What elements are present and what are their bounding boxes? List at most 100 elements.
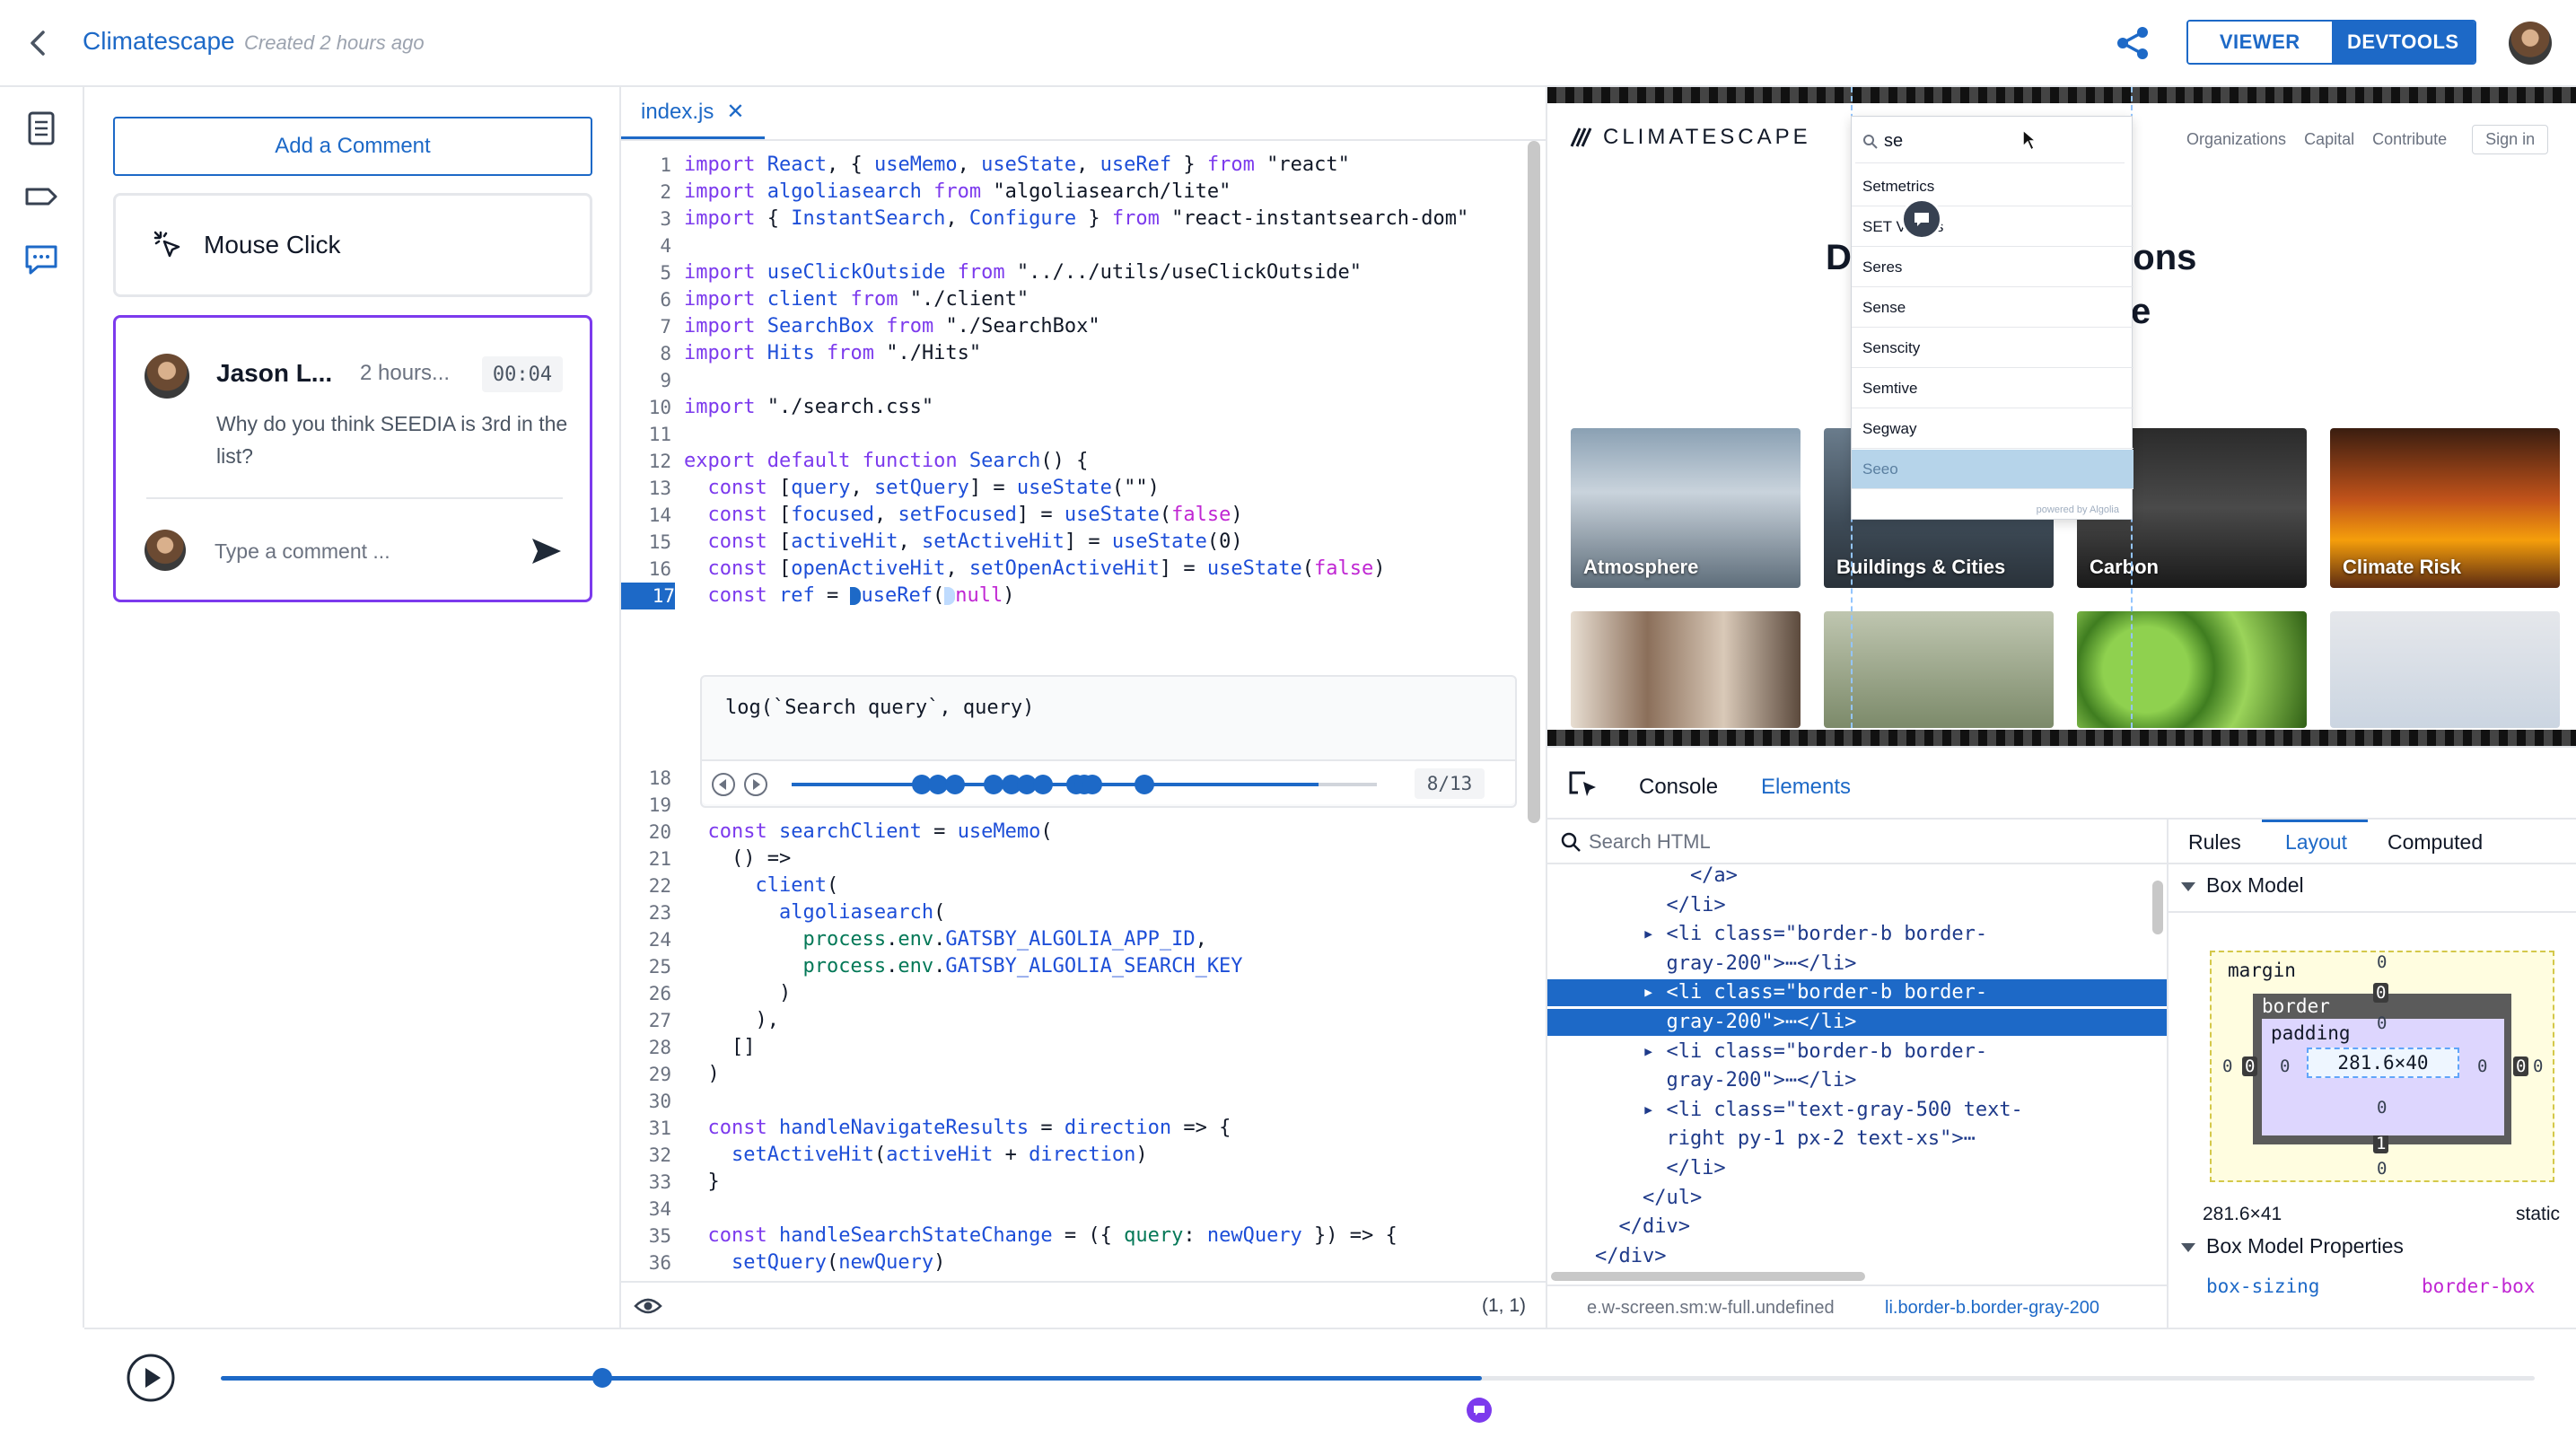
line-number[interactable]: 18 <box>621 765 671 792</box>
line-number[interactable]: 1 <box>621 152 671 179</box>
line-number[interactable]: 31 <box>621 1115 671 1142</box>
comment-marker-icon[interactable] <box>1467 1398 1492 1423</box>
timeline-track[interactable] <box>221 1368 2535 1388</box>
comment-pin[interactable] <box>1901 198 1942 240</box>
scrollbar[interactable] <box>1547 1270 2167 1283</box>
suggestion-item[interactable]: Seres <box>1852 248 2134 287</box>
dom-node[interactable]: ▸ <li class="border-b border- <box>1547 979 2167 1007</box>
element-tree[interactable]: </a> </li> ▸ <li class="border-b border-… <box>1547 864 2167 1270</box>
add-comment-button[interactable]: Add a Comment <box>113 117 592 176</box>
log-marker[interactable] <box>984 775 1003 794</box>
log-marker[interactable] <box>1033 775 1053 794</box>
dom-node[interactable]: </li> <box>1547 1155 2167 1182</box>
dom-node[interactable]: </div> <box>1547 1243 2167 1270</box>
line-number[interactable]: 15 <box>621 529 671 556</box>
app-title[interactable]: Climatescape <box>83 27 235 56</box>
line-number[interactable]: 35 <box>621 1223 671 1249</box>
line-number[interactable]: 10 <box>621 394 671 421</box>
comment-card[interactable]: Jason L... 2 hours... 00:04 Why do you t… <box>113 315 592 602</box>
tab-computed[interactable]: Computed <box>2388 830 2483 855</box>
dom-node[interactable]: </div> <box>1547 1214 2167 1241</box>
line-number[interactable]: 6 <box>621 286 671 313</box>
box-model-properties-header[interactable]: Box Model Properties <box>2181 1234 2404 1258</box>
tab-layout[interactable]: Layout <box>2285 830 2347 855</box>
tile-climate-risk[interactable]: Climate Risk <box>2330 428 2560 588</box>
line-number[interactable]: 20 <box>621 819 671 846</box>
search-html-input[interactable] <box>1589 827 2127 857</box>
close-icon[interactable]: ✕ <box>726 99 744 125</box>
line-number[interactable]: 25 <box>621 953 671 980</box>
devtools-button[interactable]: DEVTOOLS <box>2331 22 2475 63</box>
line-number[interactable]: 17 <box>621 583 675 609</box>
share-icon[interactable] <box>2113 25 2152 61</box>
log-marker[interactable] <box>1135 775 1154 794</box>
line-number[interactable]: 2 <box>621 179 671 206</box>
line-number[interactable]: 13 <box>621 475 671 502</box>
preview-logo[interactable]: CLIMATESCAPE <box>1569 125 1811 150</box>
nav-capital[interactable]: Capital <box>2304 130 2354 149</box>
line-number[interactable]: 32 <box>621 1142 671 1169</box>
search-dropdown[interactable]: se Setmetrics SET V es Seres Sense Sensc… <box>1851 116 2134 520</box>
dom-node[interactable]: ▸ <li class="text-gray-500 text- <box>1547 1097 2167 1124</box>
dom-node[interactable]: </ul> <box>1547 1185 2167 1212</box>
scrollbar[interactable] <box>1528 141 1540 823</box>
line-number[interactable]: 22 <box>621 872 671 899</box>
user-avatar[interactable] <box>2509 22 2552 65</box>
line-number[interactable]: 34 <box>621 1196 671 1223</box>
send-icon[interactable] <box>529 533 565 569</box>
line-number[interactable]: 5 <box>621 259 671 286</box>
suggestion-item[interactable]: SET V es <box>1852 207 2134 247</box>
inspect-element-icon[interactable] <box>1565 767 1601 803</box>
back-icon[interactable] <box>20 23 59 63</box>
dom-node[interactable]: ▸ <li class="border-b border- <box>1547 921 2167 948</box>
line-number[interactable]: 19 <box>621 792 671 819</box>
dom-node[interactable]: ▸ <li class="border-b border- <box>1547 1039 2167 1065</box>
document-icon[interactable] <box>22 109 61 148</box>
suggestion-item[interactable]: Sense <box>1852 288 2134 328</box>
log-marker[interactable] <box>1082 775 1102 794</box>
tab-console[interactable]: Console <box>1639 775 1718 800</box>
preview-search-input[interactable]: se <box>1855 120 2125 163</box>
property-value[interactable]: border-box <box>2422 1276 2535 1297</box>
line-number[interactable]: 28 <box>621 1034 671 1061</box>
tile-image[interactable] <box>2077 611 2307 728</box>
line-number[interactable]: 8 <box>621 340 671 367</box>
log-scrubber[interactable] <box>792 775 1377 794</box>
line-number[interactable]: 29 <box>621 1061 671 1088</box>
line-number[interactable]: 26 <box>621 980 671 1007</box>
app-preview[interactable]: CLIMATESCAPE Organizations Capital Contr… <box>1547 87 2576 746</box>
tag-icon[interactable] <box>22 177 61 216</box>
tab-rules[interactable]: Rules <box>2188 830 2241 855</box>
eye-icon[interactable] <box>634 1293 662 1319</box>
log-marker[interactable] <box>945 775 965 794</box>
breadcrumb-item[interactable]: e.w-screen.sm:w-full.undefined <box>1587 1298 1835 1319</box>
line-number[interactable]: 24 <box>621 926 671 953</box>
line-number[interactable]: 27 <box>621 1007 671 1034</box>
line-number[interactable]: 21 <box>621 846 671 872</box>
timestamp-badge[interactable]: 00:04 <box>482 356 563 392</box>
line-number[interactable]: 36 <box>621 1249 671 1276</box>
suggestion-item[interactable]: Setmetrics <box>1852 167 2134 206</box>
previous-icon[interactable] <box>711 772 736 797</box>
dom-node[interactable]: </li> <box>1547 892 2167 919</box>
dom-node[interactable]: gray-200">⋯</li> <box>1547 1009 2167 1036</box>
code-area[interactable]: 1 import React, { useMemo, useState, useR… <box>621 141 1546 1363</box>
nav-contribute[interactable]: Contribute <box>2372 130 2447 149</box>
suggestion-item-highlighted[interactable]: Seeo <box>1852 450 2134 489</box>
line-number[interactable]: 4 <box>621 232 671 259</box>
viewer-button[interactable]: VIEWER <box>2188 22 2332 63</box>
line-number[interactable]: 11 <box>621 421 671 448</box>
tab-elements[interactable]: Elements <box>1761 775 1851 800</box>
play-icon[interactable] <box>126 1353 176 1403</box>
dom-node[interactable]: gray-200">⋯</li> <box>1547 951 2167 978</box>
tile-image[interactable] <box>2330 611 2560 728</box>
scrollbar[interactable] <box>2152 881 2163 934</box>
line-number[interactable]: 7 <box>621 313 671 340</box>
timeline-thumb[interactable] <box>592 1368 613 1388</box>
next-icon[interactable] <box>743 772 768 797</box>
reply-input[interactable] <box>215 533 502 569</box>
line-number[interactable]: 30 <box>621 1088 671 1115</box>
sign-in-button[interactable]: Sign in <box>2472 125 2549 154</box>
tile-image[interactable] <box>1571 611 1801 728</box>
suggestion-item[interactable]: Semtive <box>1852 369 2134 408</box>
